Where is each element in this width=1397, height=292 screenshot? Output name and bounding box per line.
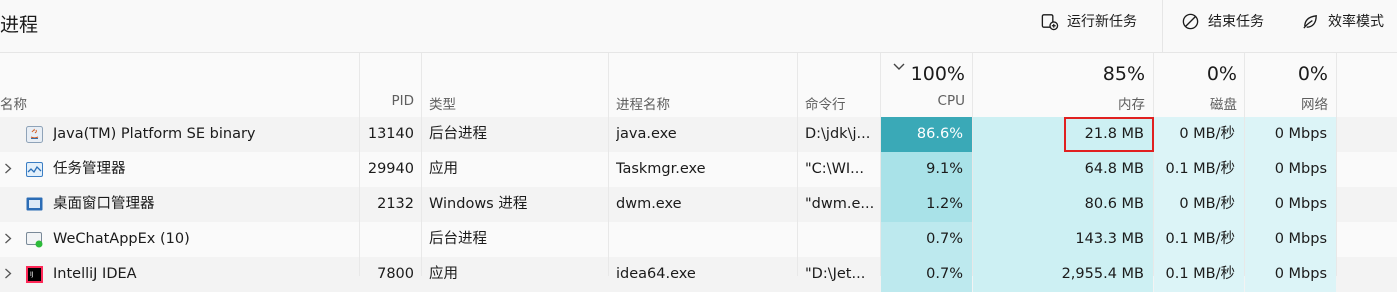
disk-cell: 0.1 MB/秒 — [1154, 152, 1244, 187]
type-cell: Windows 进程 — [429, 196, 528, 212]
toolbar-divider — [1162, 0, 1163, 52]
memory-cell: 21.8 MB — [973, 117, 1153, 152]
memory-total-percent[interactable]: 85% — [973, 63, 1145, 85]
task-manager-icon — [26, 161, 43, 178]
disk-cell: 0 MB/秒 — [1154, 187, 1244, 222]
type-cell: 后台进程 — [429, 126, 487, 142]
command-line-cell: D:\jdk\j... — [805, 126, 871, 142]
column-header-disk[interactable]: 磁盘 — [1154, 93, 1237, 113]
table-row[interactable]: IJ IntelliJ IDEA 7800 应用 idea64.exe "D:\Jet..… — [0, 257, 1397, 292]
end-task-label: 结束任务 — [1208, 14, 1264, 30]
column-divider[interactable] — [421, 53, 422, 276]
column-divider[interactable] — [359, 53, 360, 276]
disk-cell: 0.1 MB/秒 — [1154, 257, 1244, 292]
memory-cell: 64.8 MB — [973, 152, 1153, 187]
memory-cell: 2,955.4 MB — [973, 257, 1153, 292]
memory-cell: 80.6 MB — [973, 187, 1153, 222]
table-row[interactable]: WeChatAppEx (10) 后台进程 0.7% 143.3 MB 0.1 MB/秒… — [0, 222, 1397, 257]
disk-total-percent[interactable]: 0% — [1154, 63, 1237, 85]
column-header-cpu[interactable]: CPU — [881, 93, 965, 109]
network-total-percent[interactable]: 0% — [1245, 63, 1328, 85]
network-cell: 0 Mbps — [1245, 222, 1336, 257]
pid-cell — [360, 222, 414, 257]
process-name-cell: 桌面窗口管理器 — [53, 196, 155, 212]
image-name-cell: Taskmgr.exe — [616, 161, 706, 177]
svg-text:IJ: IJ — [30, 271, 34, 278]
command-line-cell: "C:\WI... — [805, 161, 865, 177]
image-name-cell: java.exe — [616, 126, 677, 142]
column-divider[interactable] — [1336, 53, 1337, 276]
network-cell: 0 Mbps — [1245, 187, 1336, 222]
expand-chevron-icon[interactable] — [4, 163, 12, 177]
efficiency-mode-label: 效率模式 — [1328, 14, 1384, 30]
type-cell: 应用 — [429, 161, 458, 177]
end-task-button[interactable]: 结束任务 — [1181, 10, 1264, 32]
network-cell: 0 Mbps — [1245, 152, 1336, 187]
table-row[interactable]: Java(TM) Platform SE binary 13140 后台进程 java… — [0, 117, 1397, 152]
command-line-cell — [805, 222, 877, 257]
run-new-task-label: 运行新任务 — [1067, 14, 1137, 30]
network-cell: 0 Mbps — [1245, 257, 1336, 292]
intellij-idea-icon: IJ — [26, 266, 43, 283]
process-name-cell: IntelliJ IDEA — [53, 266, 137, 282]
column-divider[interactable] — [1153, 53, 1154, 276]
cpu-cell: 9.1% — [881, 152, 972, 187]
command-line-cell: "dwm.e... — [805, 196, 875, 212]
image-name-cell: dwm.exe — [616, 196, 682, 212]
column-divider[interactable] — [797, 53, 798, 276]
image-name-cell — [616, 222, 794, 257]
memory-cell: 143.3 MB — [973, 222, 1153, 257]
wechat-app-icon — [26, 231, 43, 248]
column-divider[interactable] — [1244, 53, 1245, 276]
desktop-window-manager-icon — [26, 196, 43, 213]
disk-cell: 0 MB/秒 — [1154, 117, 1244, 152]
column-header-process-name[interactable]: 进程名称 — [616, 93, 670, 113]
cpu-cell: 0.7% — [881, 222, 972, 257]
cpu-cell: 86.6% — [881, 117, 972, 152]
process-name-cell: WeChatAppEx (10) — [53, 231, 190, 247]
pid-cell: 29940 — [367, 161, 414, 177]
expand-chevron-icon[interactable] — [4, 233, 12, 247]
cpu-cell: 1.2% — [881, 187, 972, 222]
page-title: 进程 — [0, 14, 39, 36]
toolbar: 进程 运行新任务 结束任务 效率模式 — [0, 0, 1397, 53]
type-cell: 后台进程 — [429, 231, 487, 247]
column-header-name[interactable]: 名称 — [0, 93, 27, 113]
image-name-cell: idea64.exe — [616, 266, 696, 282]
column-header-type[interactable]: 类型 — [429, 93, 456, 113]
process-name-cell: Java(TM) Platform SE binary — [53, 126, 256, 142]
pid-cell: 7800 — [377, 266, 414, 282]
table-row[interactable]: 桌面窗口管理器 2132 Windows 进程 dwm.exe "dwm.e... 1.2… — [0, 187, 1397, 222]
column-divider[interactable] — [608, 53, 609, 276]
column-divider[interactable] — [880, 53, 881, 276]
column-divider[interactable] — [972, 53, 973, 276]
cpu-cell: 0.7% — [881, 257, 972, 292]
end-task-icon — [1182, 13, 1199, 29]
run-new-task-button[interactable]: 运行新任务 — [1040, 10, 1137, 32]
run-new-task-icon — [1041, 13, 1059, 30]
column-header-memory[interactable]: 内存 — [973, 93, 1145, 113]
column-header-pid[interactable]: PID — [360, 93, 414, 109]
network-cell: 0 Mbps — [1245, 117, 1336, 152]
process-name-cell: 任务管理器 — [53, 161, 126, 177]
table-row[interactable]: 任务管理器 29940 应用 Taskmgr.exe "C:\WI... 9.1% 64.8… — [0, 152, 1397, 187]
column-header-network[interactable]: 网络 — [1245, 93, 1328, 113]
cpu-total-percent[interactable]: 100% — [881, 63, 965, 85]
expand-chevron-icon[interactable] — [4, 268, 12, 282]
disk-cell: 0.1 MB/秒 — [1154, 222, 1244, 257]
efficiency-mode-icon — [1303, 14, 1317, 29]
column-header-command-line[interactable]: 命令行 — [805, 93, 846, 113]
java-app-icon — [26, 126, 43, 143]
command-line-cell: "D:\Jet... — [805, 266, 866, 282]
pid-cell: 2132 — [377, 196, 414, 212]
pid-cell: 13140 — [367, 126, 414, 142]
efficiency-mode-button[interactable]: 效率模式 — [1301, 10, 1384, 32]
type-cell: 应用 — [429, 266, 458, 282]
